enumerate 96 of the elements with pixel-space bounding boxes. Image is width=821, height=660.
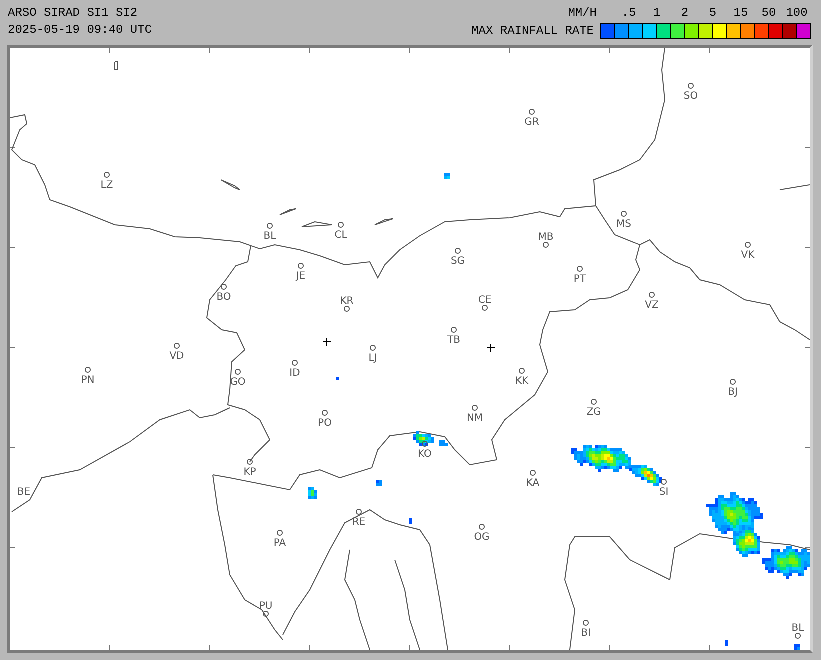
rain-echo <box>336 378 340 380</box>
place-label: PA <box>274 538 286 549</box>
place-marker-icon <box>451 327 457 333</box>
place-marker-icon <box>577 266 583 272</box>
cross-marker-icon <box>486 344 496 352</box>
cross-marker-icon <box>322 338 332 346</box>
place-label: VZ <box>645 300 659 311</box>
legend-title: MAX RAINFALL RATE <box>472 24 594 38</box>
place-marker-icon <box>649 292 655 298</box>
place-label: BL <box>792 623 804 634</box>
place-label: MB <box>538 232 554 243</box>
place-label: GR <box>524 117 540 128</box>
rain-echo <box>440 440 448 446</box>
place-label: CE <box>478 295 492 306</box>
place-marker-icon <box>621 211 627 217</box>
place-marker-icon <box>292 360 298 366</box>
place-label: BL <box>264 231 276 242</box>
timestamp: 2025-05-19 09:40 UTC <box>8 23 152 37</box>
place-marker-icon <box>263 611 269 617</box>
place-label: OG <box>474 532 490 543</box>
radar-title: ARSO SIRAD SI1 SI2 <box>8 6 139 20</box>
rain-echo <box>794 644 800 650</box>
place-marker-icon <box>174 343 180 349</box>
place-label: KP <box>244 467 256 478</box>
place-marker-icon <box>85 367 91 373</box>
place-label: PT <box>574 274 586 285</box>
legend-tick-label: .5 <box>620 6 638 20</box>
place-label: ZG <box>586 407 602 418</box>
place-label: PU <box>259 601 273 612</box>
rain-echo <box>762 546 810 580</box>
legend-tick-label: 2 <box>680 6 690 20</box>
place-label: SO <box>684 91 698 102</box>
place-label: NM <box>466 413 484 424</box>
legend-tick-label: 5 <box>708 6 718 20</box>
place-label: CL <box>334 230 348 241</box>
rain-echo <box>444 174 450 180</box>
place-label: KA <box>526 478 540 489</box>
place-marker-icon <box>688 83 694 89</box>
place-label: MS <box>616 219 632 230</box>
rain-echo <box>414 432 434 446</box>
place-marker-icon <box>235 369 241 375</box>
legend-tick-label: 50 <box>760 6 778 20</box>
place-marker-icon <box>344 306 350 312</box>
place-marker-icon <box>267 223 273 229</box>
place-label: PN <box>81 375 95 386</box>
place-label: GO <box>230 377 246 388</box>
legend-tick-label: 1 <box>652 6 662 20</box>
place-marker-icon <box>482 305 488 311</box>
place-marker-icon <box>519 368 525 374</box>
place-label: VK <box>741 250 755 261</box>
place-marker-icon <box>530 470 536 476</box>
place-marker-icon <box>247 459 253 465</box>
place-label: LZ <box>100 180 114 191</box>
place-label: PO <box>318 418 332 429</box>
place-marker-icon <box>298 263 304 269</box>
place-label: SI <box>659 487 669 498</box>
place-marker-icon <box>370 345 376 351</box>
place-label: JE <box>296 271 306 282</box>
place-label: ID <box>290 368 300 379</box>
place-label: BJ <box>728 387 738 398</box>
place-marker-icon <box>356 509 362 515</box>
place-label: SG <box>450 256 466 267</box>
place-marker-icon <box>745 242 751 248</box>
place-label: KR <box>340 296 354 307</box>
place-marker-icon <box>322 410 328 416</box>
rain-echo <box>410 518 412 524</box>
place-label: LJ <box>368 353 378 364</box>
place-label: BI <box>581 628 591 639</box>
place-label: BE <box>17 487 31 498</box>
rain-echo <box>726 640 728 646</box>
place-marker-icon <box>422 441 428 447</box>
place-marker-icon <box>338 222 344 228</box>
place-marker-icon <box>277 530 283 536</box>
place-marker-icon <box>795 633 801 639</box>
place-label: RE <box>352 517 366 528</box>
place-marker-icon <box>529 109 535 115</box>
place-marker-icon <box>455 248 461 254</box>
legend-tick-label: 15 <box>732 6 750 20</box>
place-label: KK <box>515 376 529 387</box>
unit-label: MM/H <box>568 6 597 20</box>
rain-echo <box>376 480 382 486</box>
place-marker-icon <box>479 524 485 530</box>
legend-tick-label: 100 <box>785 6 809 20</box>
place-marker-icon <box>543 242 549 248</box>
place-marker-icon <box>583 620 589 626</box>
place-marker-icon <box>221 284 227 290</box>
place-label: VD <box>170 351 184 362</box>
place-marker-icon <box>104 172 110 178</box>
place-label: TB <box>448 335 460 346</box>
place-marker-icon <box>472 405 478 411</box>
place-label: BO <box>216 292 232 303</box>
place-marker-icon <box>730 379 736 385</box>
place-label: KO <box>418 449 432 460</box>
place-marker-icon <box>661 479 667 485</box>
rain-echo <box>308 488 318 500</box>
place-marker-icon <box>591 399 597 405</box>
